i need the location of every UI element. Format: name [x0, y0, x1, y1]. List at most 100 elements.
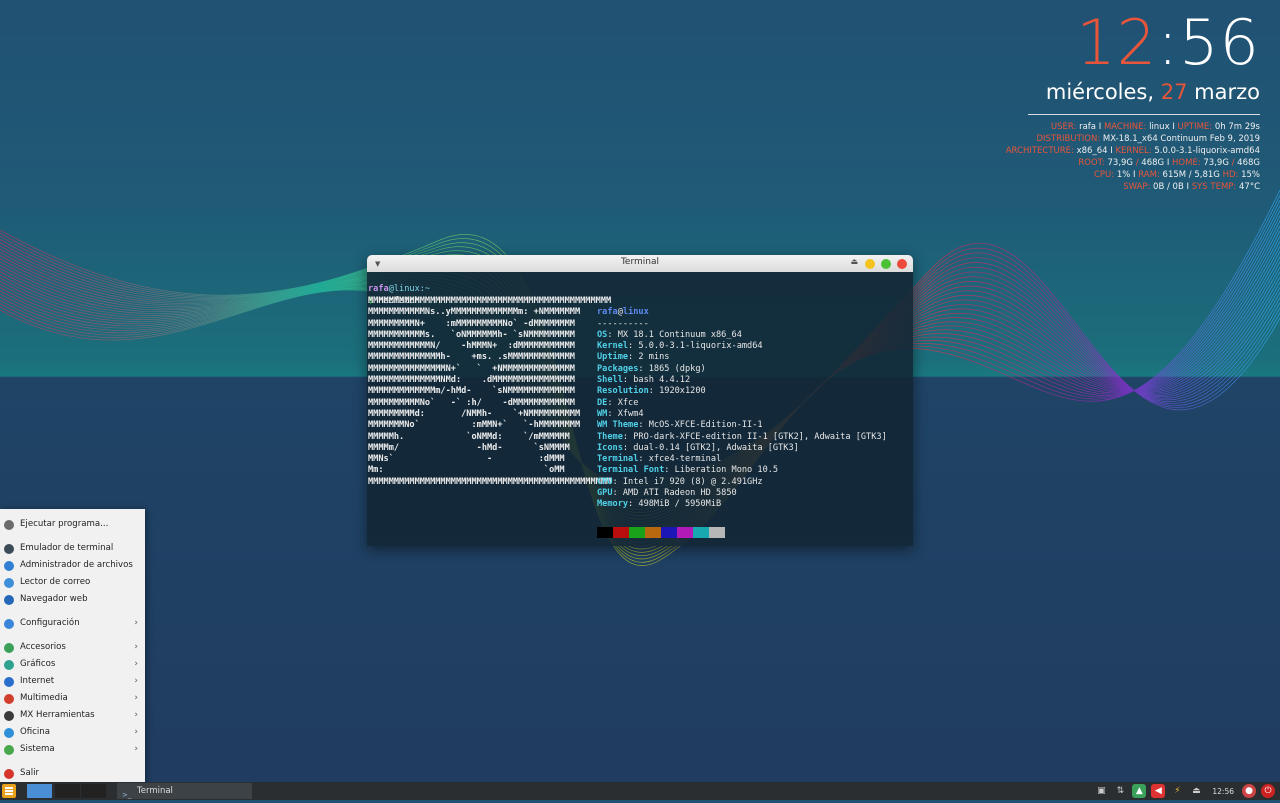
logout-icon[interactable]: ⏻ [1261, 784, 1275, 798]
info-key: CPU: [1093, 170, 1115, 180]
terminal-titlebar[interactable]: ▼ Terminal ⏏ [367, 255, 913, 272]
neofetch-value: : 5.0.0-3.1-liquorix-amd64 [628, 341, 763, 352]
menu-item-accesorios[interactable]: Accesorios › [0, 639, 145, 656]
system-tray: ▣ ⇅ ▲ ◀ ⚡ ⏏ 12:56 ● ⏻ [1094, 782, 1280, 800]
gear-icon [4, 520, 14, 530]
mx-tools-icon [4, 711, 14, 721]
system-info-line: ROOT: 73,9G / 468G I HOME: 73,9G / 468G [1006, 157, 1260, 169]
info-key: SWAP: [1123, 182, 1151, 192]
info-key: MACHINE: [1103, 122, 1147, 132]
shade-icon[interactable]: ⏏ [850, 257, 858, 266]
neofetch-value: : xfce4-terminal [638, 454, 722, 465]
volume-icon[interactable]: ◀ [1151, 784, 1166, 798]
neofetch-label: Kernel [597, 341, 629, 352]
workspace-1[interactable] [27, 784, 52, 798]
info-value: 47°C [1236, 182, 1260, 192]
updater-icon[interactable]: ▲ [1132, 784, 1147, 798]
user-avatar-icon[interactable]: ● [1242, 784, 1256, 798]
chevron-right-icon: › [134, 618, 138, 628]
close-button[interactable] [897, 259, 907, 269]
workspace-2[interactable] [55, 784, 80, 798]
network-icon[interactable]: ⇅ [1113, 784, 1127, 798]
info-key: DISTRIBUTION: [1036, 134, 1101, 144]
neofetch-value: : Xfwm4 [607, 408, 644, 419]
color-swatch [677, 527, 693, 538]
clock-minute: 56 [1179, 6, 1260, 79]
neofetch-label: Terminal [597, 454, 639, 465]
application-menu[interactable]: Ejecutar programa... Emulador de terminal… [0, 509, 145, 782]
menu-item-salir[interactable]: Salir [0, 765, 145, 782]
info-value: 15% [1238, 170, 1260, 180]
menu-item-oficina[interactable]: Oficina › [0, 724, 145, 741]
chevron-right-icon: › [134, 693, 138, 703]
info-key: HOME: [1172, 158, 1201, 168]
package-icon[interactable]: ▣ [1094, 784, 1108, 798]
graphics-icon [4, 660, 14, 670]
menu-separator [0, 509, 145, 516]
info-value: 468G [1138, 158, 1167, 168]
terminal-icon: >_ [122, 791, 132, 799]
whisker-menu-button[interactable] [2, 784, 16, 798]
taskbar-item-terminal[interactable]: >_ Terminal [117, 783, 252, 799]
system-info-line: CPU: 1% I RAM: 615M / 5,81G HD: 15% [1006, 169, 1260, 181]
neofetch-value: : 1920x1200 [648, 386, 706, 397]
power-manager-icon[interactable]: ⚡ [1170, 784, 1184, 798]
neofetch-label: Uptime [597, 352, 629, 363]
chevron-right-icon: › [134, 727, 138, 737]
info-value: linux [1146, 122, 1173, 132]
neofetch-value: : Xfce [607, 397, 639, 408]
info-value: 615M / 5,81G [1159, 170, 1223, 180]
terminal-title: Terminal [620, 257, 660, 267]
taskbar-clock[interactable]: 12:56 [1212, 787, 1234, 796]
system-info-line: SWAP: 0B / 0B I SYS TEMP: 47°C [1006, 181, 1260, 193]
minimize-button[interactable] [865, 259, 875, 269]
menu-item-sistema[interactable]: Sistema › [0, 741, 145, 758]
neofetch-value: : 2 mins [628, 352, 670, 363]
neofetch-value: : AMD ATI Radeon HD 5850 [612, 488, 737, 499]
system-info-line: ARCHITECTURE: x86_64 I KERNEL: 5.0.0-3.1… [1006, 145, 1260, 157]
menu-item-ejecutar-programa[interactable]: Ejecutar programa... [0, 516, 145, 533]
neofetch-value: : 1865 (dpkg) [638, 363, 706, 374]
neofetch-label: WM [597, 408, 608, 419]
info-key: USER: [1050, 122, 1077, 132]
neofetch-value: : Liberation Mono 10.5 [664, 465, 779, 476]
eject-icon[interactable]: ⏏ [1189, 784, 1203, 798]
settings-icon [4, 619, 14, 629]
info-value: x86_64 [1073, 146, 1111, 156]
menu-item-configuración[interactable]: Configuración › [0, 615, 145, 632]
menu-separator [0, 533, 145, 540]
multimedia-icon [4, 694, 14, 704]
menu-item-multimedia[interactable]: Multimedia › [0, 690, 145, 707]
menu-item-label: Accesorios [20, 642, 66, 652]
info-key: ROOT: [1078, 158, 1105, 168]
menu-item-navegador-web[interactable]: Navegador web [0, 591, 145, 608]
menu-item-label: Emulador de terminal [20, 543, 114, 553]
menu-item-lector-de-correo[interactable]: Lector de correo [0, 574, 145, 591]
neo-user: rafa [597, 307, 618, 318]
neofetch-value: : PRO-dark-XFCE-edition II-1 [GTK2], Adw… [622, 431, 887, 442]
internet-icon [4, 677, 14, 687]
neofetch-label: DE [597, 397, 608, 408]
workspace-3[interactable] [81, 784, 106, 798]
neofetch-ascii-logo: MMMMMMMMMMMMMMMMMMMMMMMMMMMMMMMMMMMMMMMM… [368, 296, 612, 487]
menu-item-mx-herramientas[interactable]: MX Herramientas › [0, 707, 145, 724]
menu-item-gráficos[interactable]: Gráficos › [0, 656, 145, 673]
maximize-button[interactable] [881, 259, 891, 269]
system-info: USER: rafa I MACHINE: linux I UPTIME: 0h… [1006, 121, 1260, 193]
color-swatch [629, 527, 645, 538]
neofetch-value: : McOS-XFCE-Edition-II-1 [638, 420, 763, 431]
menu-item-emulador-de-terminal[interactable]: Emulador de terminal [0, 540, 145, 557]
terminal-window[interactable]: ▼ Terminal ⏏ rafa@linux:~ $ neofetch MMM… [367, 255, 913, 546]
menu-item-label: Ejecutar programa... [20, 519, 109, 529]
terminal-content[interactable]: rafa@linux:~ $ neofetch MMMMMMMMMMMMMMMM… [367, 272, 913, 538]
color-swatch [661, 527, 677, 538]
menu-item-internet[interactable]: Internet › [0, 673, 145, 690]
color-swatch [693, 527, 709, 538]
menu-separator [0, 608, 145, 615]
chevron-right-icon: › [134, 642, 138, 652]
info-value: 468G [1234, 158, 1260, 168]
info-value: rafa [1076, 122, 1099, 132]
date-month: marzo [1194, 80, 1260, 104]
menu-item-label: Administrador de archivos [20, 560, 133, 570]
menu-item-administrador-de-archivos[interactable]: Administrador de archivos [0, 557, 145, 574]
